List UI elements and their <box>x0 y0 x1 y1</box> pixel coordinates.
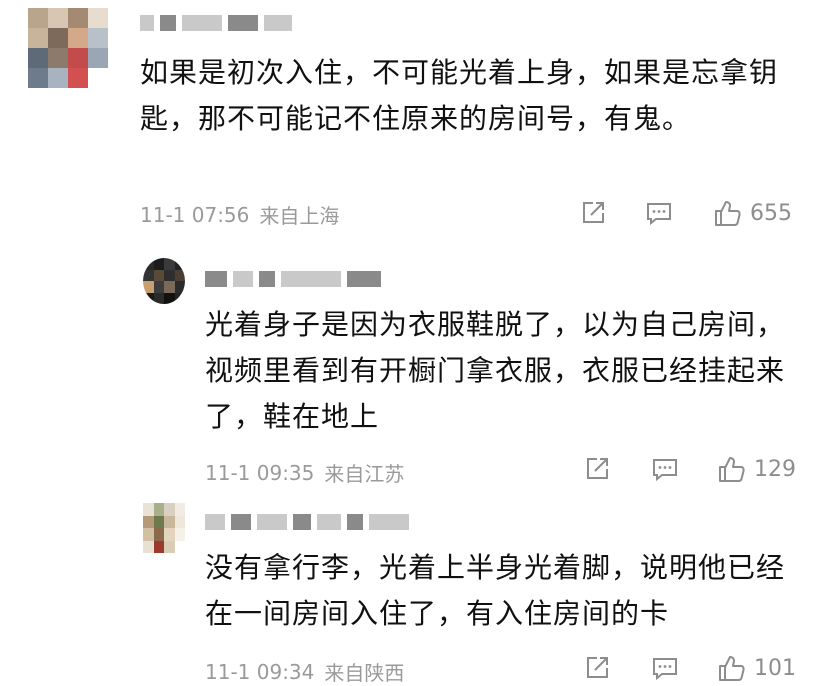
like-count: 129 <box>754 456 796 482</box>
share-icon[interactable] <box>578 198 608 228</box>
comment-meta: 11-1 09:35 来自江苏 <box>205 458 404 487</box>
username-obscured[interactable] <box>205 509 409 535</box>
comment-time: 11-1 07:56 <box>140 202 250 227</box>
username-obscured[interactable] <box>140 10 292 36</box>
comment-text: 没有拿行李，光着上半身光着脚，说明他已经在一间房间入住了，有入住房间的卡 <box>205 551 786 630</box>
comment-location: 来自江苏 <box>324 462 405 486</box>
thumbs-up-icon[interactable] <box>716 454 746 484</box>
avatar[interactable] <box>143 258 185 304</box>
like-count: 101 <box>754 655 796 681</box>
comment-text: 光着身子是因为衣服鞋脱了，以为自己房间，视频里看到有开橱门拿衣服，衣服已经挂起来… <box>205 308 786 433</box>
comment-icon[interactable] <box>650 653 680 683</box>
comment-location: 来自上海 <box>259 204 340 228</box>
share-icon[interactable] <box>582 653 612 683</box>
comment-item: 如果是初次入住，不可能光着上身，如果是忘拿钥匙，那不可能记不住原来的房间号，有鬼… <box>0 0 827 240</box>
thumbs-up-icon[interactable] <box>716 653 746 683</box>
comment-actions: 655 <box>578 198 792 228</box>
reply-item: 没有拿行李，光着上半身光着脚，说明他已经在一间房间入住了，有入住房间的卡 11-… <box>0 495 827 685</box>
comment-meta: 11-1 09:34 来自陕西 <box>205 657 404 686</box>
comment-time: 11-1 09:35 <box>205 460 315 485</box>
comment-text: 如果是初次入住，不可能光着上身，如果是忘拿钥匙，那不可能记不住原来的房间号，有鬼… <box>140 56 779 135</box>
comment-icon[interactable] <box>644 198 674 228</box>
comment-actions: 129 <box>582 454 796 484</box>
comment-actions: 101 <box>582 653 796 683</box>
comment-location: 来自陕西 <box>324 661 405 685</box>
avatar[interactable] <box>143 503 185 553</box>
share-icon[interactable] <box>582 454 612 484</box>
reply-item: 光着身子是因为衣服鞋脱了，以为自己房间，视频里看到有开橱门拿衣服，衣服已经挂起来… <box>0 240 827 510</box>
avatar[interactable] <box>28 8 108 88</box>
thumbs-up-icon[interactable] <box>712 198 742 228</box>
comment-meta: 11-1 07:56 来自上海 <box>140 200 339 229</box>
comment-icon[interactable] <box>650 454 680 484</box>
like-count: 655 <box>750 200 792 226</box>
username-obscured[interactable] <box>205 266 381 292</box>
